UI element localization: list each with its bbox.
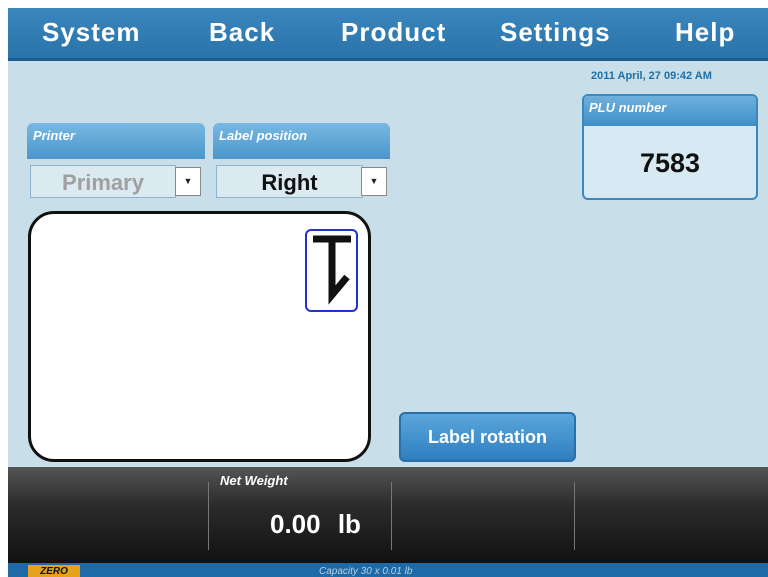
separator — [574, 482, 575, 550]
label-position-label: Label position — [213, 123, 390, 159]
menu-system[interactable]: System — [42, 17, 141, 48]
label-preview — [28, 211, 371, 462]
plu-number-label: PLU number — [584, 96, 756, 126]
status-footer: ZERO Capacity 30 x 0.01 lb — [8, 563, 768, 577]
printer-select-field[interactable]: Primary — [30, 165, 176, 198]
printer-dropdown[interactable]: Printer Primary ▼ — [27, 123, 205, 203]
menu-back[interactable]: Back — [209, 17, 275, 48]
weight-display-bar: Net Weight 0.00 lb — [8, 467, 768, 563]
plu-number-value: 7583 — [639, 148, 701, 178]
menu-help[interactable]: Help — [675, 17, 735, 48]
net-weight-label: Net Weight — [220, 473, 288, 488]
datetime-display: 2011 April, 27 09:42 AM — [591, 70, 712, 82]
label-position-dropdown[interactable]: Label position Right ▼ — [213, 123, 390, 203]
menu-settings[interactable]: Settings — [500, 17, 611, 48]
capacity-text: Capacity 30 x 0.01 lb — [319, 566, 413, 577]
app-window: System Back Product Settings Help 2011 A… — [8, 8, 768, 577]
separator — [391, 482, 392, 550]
top-menu-bar: System Back Product Settings Help — [8, 8, 768, 61]
net-weight-value: 0.00 lb — [270, 509, 361, 539]
chevron-down-icon[interactable]: ▼ — [175, 167, 201, 196]
plu-number-box[interactable]: PLU number 7583 — [582, 94, 758, 200]
printer-label: Printer — [27, 123, 205, 159]
label-rotation-icon — [305, 229, 358, 312]
zero-button[interactable]: ZERO — [28, 565, 80, 577]
menu-product[interactable]: Product — [341, 17, 446, 48]
chevron-down-icon[interactable]: ▼ — [361, 167, 387, 196]
label-position-select-field[interactable]: Right — [216, 165, 363, 198]
label-position-value: Right — [261, 170, 318, 195]
separator — [208, 482, 209, 550]
label-rotation-button[interactable]: Label rotation — [399, 412, 576, 462]
printer-value: Primary — [62, 170, 144, 195]
